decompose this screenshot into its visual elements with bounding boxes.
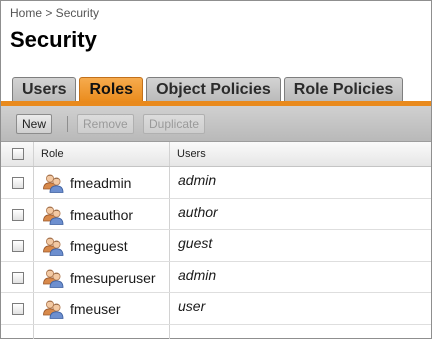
role-cell: fmeauthor bbox=[34, 198, 170, 229]
table-row[interactable]: fmeguest guest bbox=[1, 230, 431, 262]
column-header-role[interactable]: Role bbox=[34, 142, 170, 166]
users-cell: user bbox=[170, 293, 431, 324]
users-value: author bbox=[178, 203, 218, 220]
row-checkbox[interactable] bbox=[12, 177, 24, 189]
roles-table: Role Users fmeadmin admin fmeauthor auth… bbox=[1, 142, 431, 339]
role-cell: fmeguest bbox=[34, 230, 170, 261]
breadcrumb[interactable]: Home > Security bbox=[10, 6, 99, 20]
role-name[interactable]: fmesuperuser bbox=[70, 270, 156, 286]
row-checkbox-cell bbox=[1, 230, 34, 261]
users-cell: author bbox=[170, 199, 431, 230]
row-checkbox[interactable] bbox=[12, 208, 24, 221]
role-cell: fmeuser bbox=[34, 293, 170, 324]
role-name[interactable]: fmeauthor bbox=[70, 207, 133, 223]
row-checkbox-cell bbox=[1, 198, 34, 229]
users-group-icon bbox=[43, 174, 64, 193]
tab-users[interactable]: Users bbox=[12, 77, 77, 102]
header-checkbox-cell bbox=[1, 142, 34, 166]
table-empty-area bbox=[1, 324, 431, 339]
row-checkbox[interactable] bbox=[12, 240, 24, 252]
toolbar: New Remove Duplicate bbox=[1, 106, 431, 142]
toolbar-separator bbox=[67, 116, 68, 132]
users-cell: admin bbox=[170, 167, 431, 198]
users-value: admin bbox=[178, 172, 217, 188]
filler-checkbox-cell bbox=[1, 324, 34, 339]
duplicate-button[interactable]: Duplicate bbox=[143, 114, 206, 134]
column-header-users[interactable]: Users bbox=[170, 142, 431, 166]
filler-role-cell bbox=[34, 324, 170, 339]
users-cell: admin bbox=[170, 262, 431, 293]
table-row[interactable]: fmeadmin admin bbox=[1, 167, 431, 199]
column-header-role-label: Role bbox=[41, 148, 64, 160]
role-name[interactable]: fmeguest bbox=[70, 238, 128, 254]
row-checkbox-cell bbox=[1, 261, 34, 292]
row-checkbox-cell bbox=[1, 167, 34, 198]
tab-object-policies[interactable]: Object Policies bbox=[146, 77, 281, 102]
role-name[interactable]: fmeuser bbox=[70, 301, 121, 317]
users-group-icon bbox=[43, 237, 64, 256]
page-title: Security bbox=[10, 27, 97, 52]
column-header-users-label: Users bbox=[177, 148, 206, 160]
select-all-checkbox[interactable] bbox=[12, 148, 24, 160]
row-checkbox[interactable] bbox=[12, 271, 24, 284]
new-button[interactable]: New bbox=[16, 114, 53, 134]
users-value: admin bbox=[178, 266, 217, 283]
users-cell: guest bbox=[170, 230, 431, 261]
table-header: Role Users bbox=[1, 142, 431, 167]
tab-role-policies[interactable]: Role Policies bbox=[283, 77, 404, 102]
tab-roles[interactable]: Roles bbox=[79, 77, 144, 102]
role-cell: fmeadmin bbox=[34, 167, 170, 198]
users-value: user bbox=[178, 298, 206, 314]
users-group-icon bbox=[43, 269, 64, 288]
row-checkbox-cell bbox=[1, 293, 34, 324]
users-group-icon bbox=[43, 300, 64, 319]
users-value: guest bbox=[178, 235, 213, 251]
table-row[interactable]: fmesuperuser admin bbox=[1, 261, 431, 293]
role-cell: fmesuperuser bbox=[34, 261, 170, 292]
tab-bar: Users Roles Object Policies Role Policie… bbox=[12, 77, 404, 102]
table-row[interactable]: fmeauthor author bbox=[1, 198, 431, 230]
remove-button[interactable]: Remove bbox=[77, 114, 134, 134]
row-checkbox[interactable] bbox=[12, 303, 24, 315]
users-group-icon bbox=[43, 206, 64, 225]
table-row[interactable]: fmeuser user bbox=[1, 293, 431, 325]
role-name[interactable]: fmeadmin bbox=[70, 175, 131, 191]
